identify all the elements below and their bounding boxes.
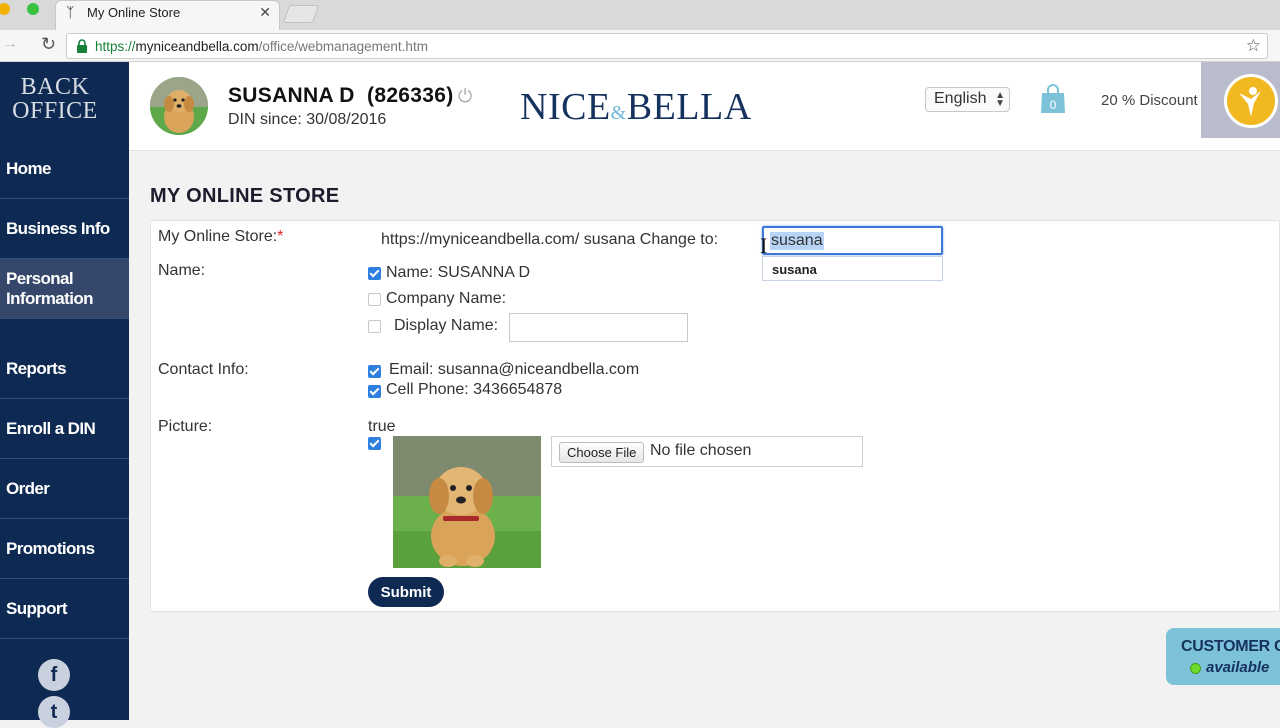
contact-info-label: Contact Info: [158, 361, 249, 378]
sidebar-item-business-info[interactable]: Business Info [0, 199, 129, 259]
text-cursor-icon: I [760, 233, 768, 258]
brand-logo[interactable]: NICE&BELLA [520, 85, 752, 129]
puppy-avatar-icon [150, 77, 208, 135]
picture-label: Picture: [158, 418, 213, 435]
new-tab-button[interactable] [282, 5, 320, 23]
company-logo-box[interactable] [1201, 62, 1280, 138]
display-name-option: Display Name: [394, 317, 499, 334]
power-icon[interactable]: ⏻ [458, 86, 472, 107]
store-label: My Online Store:* [158, 228, 284, 245]
store-form-panel [150, 220, 1280, 612]
display-name-checkbox[interactable] [368, 320, 381, 333]
facebook-icon[interactable]: f [38, 659, 70, 691]
picture-flag: true [368, 418, 396, 435]
profile-picture [393, 436, 541, 568]
email-checkbox[interactable] [368, 365, 381, 378]
select-arrows-icon: ▲ ▼ [995, 90, 1005, 109]
file-upload-field: Choose File No file chosen [551, 436, 863, 467]
window-close-button[interactable] [0, 3, 10, 15]
close-tab-icon[interactable]: ✕ [259, 4, 271, 21]
phone-checkbox[interactable] [368, 385, 381, 398]
sidebar-item-enroll-a-din[interactable]: Enroll a DIN [0, 399, 129, 459]
email-option: Email: susanna@niceandbella.com [389, 361, 640, 378]
discount-label: 20 % Discount [1101, 92, 1198, 109]
picture-checkbox[interactable] [368, 437, 381, 450]
customer-care-title: CUSTOMER CARE [1181, 638, 1280, 655]
back-office-logo[interactable]: BACK OFFICE [0, 75, 110, 123]
name-option: Name: SUSANNA D [386, 264, 531, 281]
twitter-icon[interactable]: t [38, 696, 70, 728]
choose-file-button[interactable]: Choose File [559, 442, 645, 463]
puppy-photo-icon [393, 436, 541, 568]
name-checkbox[interactable] [368, 267, 381, 280]
shopping-bag-icon[interactable]: 0 [1039, 84, 1067, 114]
status-dot-icon [1190, 663, 1201, 674]
company-name-option: Company Name: [386, 290, 507, 307]
sidebar-item-reports[interactable]: Reports [0, 339, 129, 399]
favicon-icon: ᛉ [66, 4, 75, 20]
store-name-input[interactable]: susana [762, 226, 943, 255]
address-bar[interactable]: https://myniceandbella.com/office/webman… [66, 33, 1268, 59]
language-select[interactable]: English ▲ ▼ [925, 87, 1010, 112]
sidebar-item-home[interactable]: Home [0, 139, 129, 199]
browser-toolbar: → ↻ https://myniceandbella.com/office/we… [0, 30, 1280, 62]
sidebar-item-support[interactable]: Support [0, 579, 129, 639]
avatar [150, 77, 208, 135]
user-name: SUSANNA D (826336) [228, 84, 454, 107]
din-since: DIN since: 30/08/2016 [228, 111, 387, 128]
tab-title: My Online Store [87, 5, 181, 20]
reload-icon[interactable]: ↻ [41, 34, 56, 55]
person-logo-icon [1224, 74, 1278, 128]
phone-option: Cell Phone: 3436654878 [386, 381, 563, 398]
sidebar-item-order[interactable]: Order [0, 459, 129, 519]
url-text: https://myniceandbella.com/office/webman… [95, 39, 428, 54]
submit-button[interactable]: Submit [368, 577, 444, 607]
customer-care-status: available [1206, 659, 1270, 676]
lock-icon [77, 39, 87, 53]
customer-care-badge[interactable]: CUSTOMER CARE available [1166, 628, 1280, 685]
display-name-input[interactable] [509, 313, 688, 342]
cart-count: 0 [1050, 98, 1057, 112]
window-zoom-button[interactable] [27, 3, 39, 15]
name-label: Name: [158, 262, 206, 279]
store-url-text: https://myniceandbella.com/ susana Chang… [381, 231, 719, 248]
sidebar: BACK OFFICE Home Business Info Personal … [0, 62, 129, 728]
no-file-text: No file chosen [650, 442, 752, 459]
forward-icon[interactable]: → [2, 35, 18, 53]
sidebar-item-personal-information[interactable]: Personal Information [0, 259, 129, 319]
browser-tab[interactable]: ᛉ My Online Store ✕ [55, 0, 280, 30]
autocomplete-option[interactable]: susana [762, 256, 943, 281]
sidebar-item-promotions[interactable]: Promotions [0, 519, 129, 579]
header: SUSANNA D (826336) ⏻ DIN since: 30/08/20… [129, 62, 1280, 151]
browser-tab-bar: ᛉ My Online Store ✕ [0, 0, 1280, 30]
page-title: MY ONLINE STORE [150, 185, 340, 207]
bookmark-star-icon[interactable]: ☆ [1246, 36, 1261, 56]
company-name-checkbox[interactable] [368, 293, 381, 306]
